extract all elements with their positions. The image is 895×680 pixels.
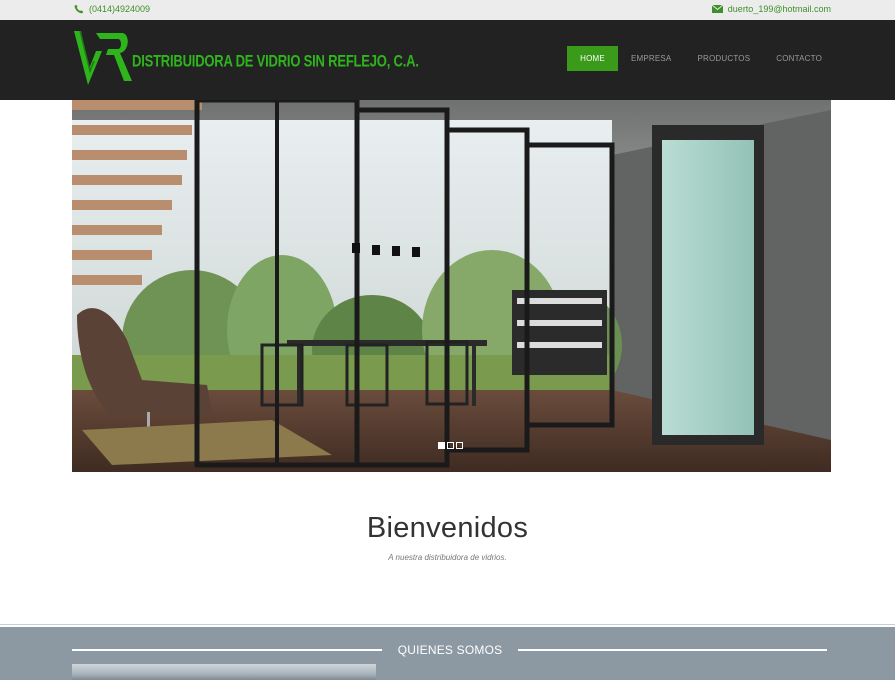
contact-bar: (0414)4924009 duerto_199@hotmail.com	[0, 0, 895, 20]
company-name: DISTRIBUIDORA DE VIDRIO SIN REFLEJO, C.A…	[132, 51, 419, 70]
phone-icon	[74, 4, 84, 14]
main-navigation: HOME EMPRESA PRODUCTOS CONTACTO	[567, 46, 835, 71]
slider-pagination	[438, 442, 463, 449]
site-header: DISTRIBUIDORA DE VIDRIO SIN REFLEJO, C.A…	[0, 20, 895, 100]
about-section: QUIENES SOMOS	[0, 627, 895, 680]
section-divider	[0, 624, 895, 625]
about-image	[72, 664, 376, 680]
slide-image	[72, 100, 831, 472]
nav-contacto[interactable]: CONTACTO	[763, 46, 835, 71]
about-heading: QUIENES SOMOS	[397, 643, 503, 657]
heading-rule-right	[518, 649, 827, 651]
welcome-subtitle: A nuestra distribuidora de vidrios.	[388, 553, 507, 562]
slide-dot-2[interactable]	[447, 442, 454, 449]
site-logo[interactable]: DISTRIBUIDORA DE VIDRIO SIN REFLEJO, C.A…	[72, 29, 419, 87]
nav-home[interactable]: HOME	[567, 46, 618, 71]
vr-logo-icon	[74, 30, 132, 85]
phone-number: (0414)4924009	[89, 4, 151, 14]
slide-dot-1[interactable]	[438, 442, 445, 449]
welcome-heading: Bienvenidos	[366, 512, 529, 544]
email-address: duerto_199@hotmail.com	[727, 4, 831, 14]
envelope-icon	[711, 5, 723, 13]
heading-rule-left	[72, 649, 382, 651]
phone-contact[interactable]: (0414)4924009	[74, 4, 150, 14]
email-contact[interactable]: duerto_199@hotmail.com	[711, 4, 831, 14]
slide-dot-3[interactable]	[456, 442, 463, 449]
nav-productos[interactable]: PRODUCTOS	[684, 46, 763, 71]
hero-slider[interactable]	[72, 100, 831, 472]
nav-empresa[interactable]: EMPRESA	[618, 46, 685, 71]
